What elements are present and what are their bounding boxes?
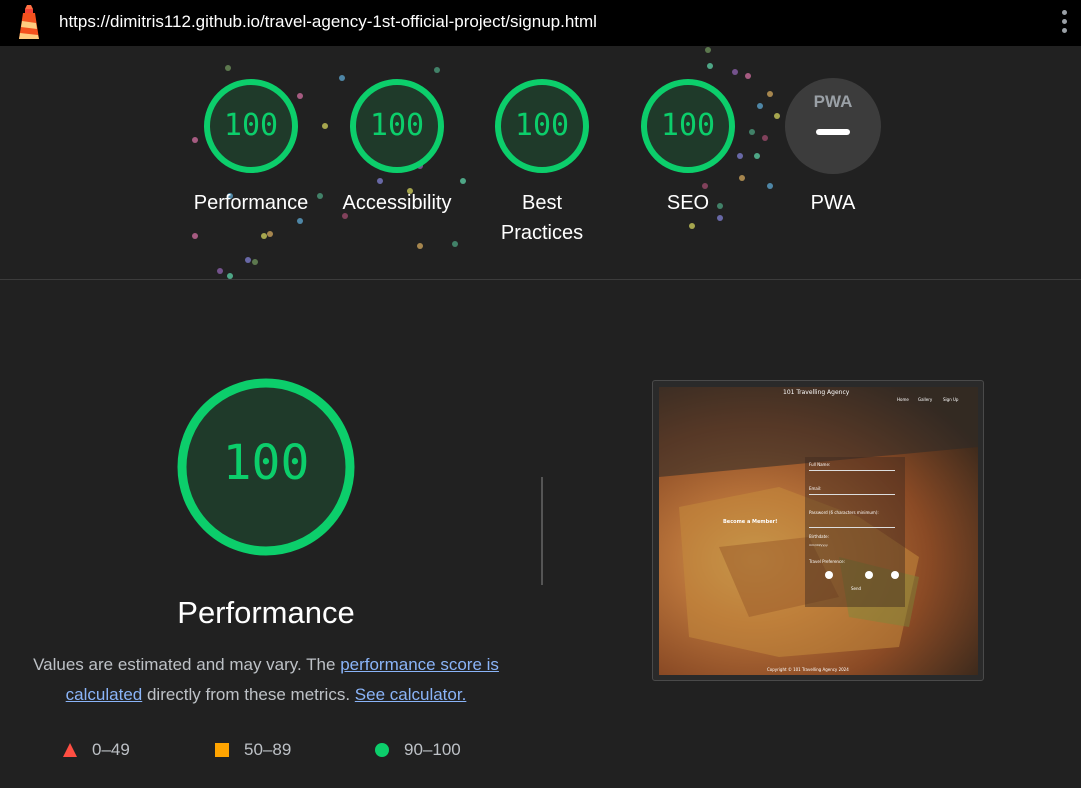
gauge-pwa[interactable]: PWA PWA: [763, 78, 903, 218]
field-label: Email:: [809, 486, 822, 491]
field-label: Password (6 characters minimum):: [809, 510, 879, 515]
kebab-menu-icon[interactable]: [1058, 10, 1070, 36]
see-calculator-link[interactable]: See calculator.: [355, 685, 467, 704]
legend-pass: 90–100: [374, 738, 461, 762]
legend-range: 50–89: [244, 740, 292, 759]
top-bar: https://dimitris112.github.io/travel-age…: [0, 0, 1081, 46]
legend-range: 90–100: [404, 740, 461, 759]
gauge-score: 100: [223, 108, 279, 143]
performance-description: Values are estimated and may vary. The p…: [20, 650, 512, 710]
gauge-performance[interactable]: 100 Performance: [181, 78, 321, 218]
site-nav-gallery: Gallery: [918, 397, 933, 402]
section-divider: [541, 477, 543, 585]
gauge-score: 100: [514, 108, 570, 143]
field-label: Birthdate:: [809, 534, 829, 539]
gauge-seo[interactable]: 100 SEO: [618, 78, 758, 218]
form-heading: Become a Member!: [723, 519, 778, 525]
gauge-label: Accessibility: [342, 192, 452, 214]
pwa-badge-text: PWA: [813, 92, 853, 111]
circle-icon: [375, 743, 389, 757]
performance-score: 100: [222, 435, 310, 491]
site-nav-home: Home: [897, 397, 909, 402]
legend-average: 50–89: [214, 738, 291, 762]
site-nav-signup: Sign Up: [943, 397, 959, 402]
lighthouse-icon: [19, 5, 39, 39]
desc-text: directly from these metrics.: [142, 685, 355, 704]
desc-text: Values are estimated and may vary. The: [33, 655, 341, 674]
birthdate-placeholder: mm/dd/yyyy: [809, 543, 828, 547]
gauge-label: Best Practices: [472, 188, 612, 248]
gauge-accessibility[interactable]: 100 Accessibility: [327, 78, 467, 218]
gauge-best-practices[interactable]: 100 Best Practices: [472, 78, 612, 248]
gauge-label: Performance: [193, 192, 309, 214]
field-label: Full Name:: [809, 462, 831, 467]
gauge-label-line2: Practices: [500, 222, 584, 244]
page-url[interactable]: https://dimitris112.github.io/travel-age…: [59, 12, 597, 32]
legend-range: 0–49: [92, 740, 130, 759]
triangle-icon: [63, 743, 77, 757]
category-gauges: 100 Performance 100 Accessibility 100 Be…: [0, 46, 1081, 280]
preference-label: Travel Preference:: [809, 559, 845, 564]
gauge-score: 100: [369, 108, 425, 143]
square-icon: [215, 743, 229, 757]
final-screenshot: 101 Travelling Agency Home Gallery Sign …: [659, 387, 978, 675]
gauge-label: SEO: [666, 192, 710, 214]
signup-form-panel: [805, 457, 905, 607]
site-footer: Copyright © 101 Travelling Agency 2024: [767, 667, 849, 672]
gauge-label: PWA: [810, 192, 856, 214]
legend-fail: 0–49: [62, 738, 130, 762]
submit-button: Send: [851, 586, 862, 591]
gauge-label-line1: Best: [521, 192, 563, 214]
gauge-score: 100: [660, 108, 716, 143]
site-title: 101 Travelling Agency: [783, 389, 850, 396]
performance-title: Performance: [177, 595, 355, 630]
